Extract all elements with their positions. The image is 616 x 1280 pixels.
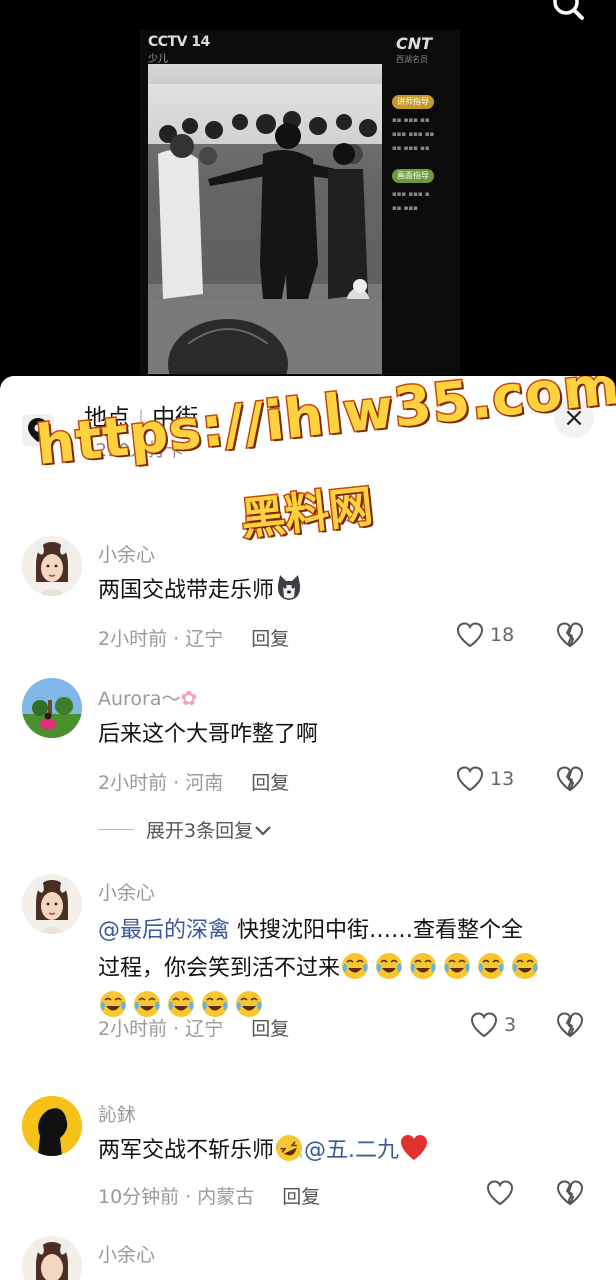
- location-name: 中街: [152, 405, 199, 431]
- heart-icon: [456, 766, 484, 792]
- heart-icon: [456, 622, 484, 648]
- comment-username[interactable]: 小余心: [98, 878, 155, 905]
- divider: |: [138, 407, 145, 428]
- reply-button[interactable]: 回复: [251, 1018, 289, 1040]
- avatar[interactable]: [22, 1096, 82, 1156]
- broken-heart-icon[interactable]: [556, 766, 584, 796]
- location-row[interactable]: 地点 | 中街 5290人打卡 ×: [0, 376, 616, 476]
- divider: [98, 829, 134, 830]
- credit-tag-2: 画面指导: [392, 169, 434, 183]
- avatar[interactable]: [22, 874, 82, 934]
- comment-time-location: 10分钟前 · 内蒙古: [98, 1186, 255, 1208]
- heart-icon: [470, 1012, 498, 1038]
- location-pin-icon: [22, 414, 54, 446]
- channel-logo-left: CCTV 14: [148, 34, 210, 50]
- comment-username[interactable]: 小余心: [98, 540, 155, 567]
- comment-sheet: 地点 | 中街 5290人打卡 × https://ihlw35.com 黑料网 小…: [0, 376, 616, 1280]
- search-icon[interactable]: [548, 0, 588, 26]
- avatar[interactable]: [22, 536, 82, 596]
- like-button[interactable]: 13: [456, 766, 514, 792]
- comment-username[interactable]: 小余心: [98, 1240, 155, 1267]
- comment-time-location: 2小时前 · 辽宁: [98, 628, 224, 650]
- channel-logo-right: CNT: [396, 34, 433, 53]
- reply-button[interactable]: 回复: [251, 772, 289, 794]
- video-frame-image: [148, 64, 382, 374]
- tears-of-joy-emoji-icon: [340, 953, 544, 981]
- comment-meta: 2小时前 · 河南 回复: [98, 768, 289, 795]
- reply-button[interactable]: 回复: [282, 1186, 320, 1208]
- like-count: 3: [504, 1014, 517, 1036]
- location-title: 地点 | 中街: [84, 398, 198, 432]
- broken-heart-icon[interactable]: [556, 1012, 584, 1042]
- comment-text: 后来这个大哥咋整了啊: [98, 722, 319, 747]
- comment-text-line1: 快搜沈阳中街……查看整个全: [230, 918, 524, 943]
- heart-icon: [486, 1180, 514, 1206]
- comment-text: @最后的深禽 快搜沈阳中街……查看整个全 过程，你会笑到活不过来: [98, 912, 588, 1026]
- like-count: 18: [490, 624, 515, 646]
- cherry-blossom-icon: ✿: [180, 686, 198, 710]
- comment-meta: 2小时前 · 辽宁 回复: [98, 1014, 289, 1041]
- comment-text: 两军交战不斩乐师 @五.二九: [98, 1132, 588, 1170]
- comment-meta: 2小时前 · 辽宁 回复: [98, 624, 289, 651]
- video-player[interactable]: CCTV 14 少儿 CNT 西湖名员 讲师指导 ▪▪ ▪▪▪ ▪▪ ▪▪▪ ▪…: [0, 0, 616, 380]
- like-button[interactable]: [486, 1180, 520, 1206]
- comment-username-text: Aurora～: [98, 688, 181, 710]
- avatar[interactable]: [22, 678, 82, 738]
- broken-heart-icon[interactable]: [556, 1180, 584, 1210]
- like-count: 13: [490, 768, 515, 790]
- comment-time-location: 2小时前 · 辽宁: [98, 1018, 224, 1040]
- comment-item: 訫鉥 两军交战不斩乐师 @五.二九 10分钟前 · 内蒙古 回复: [0, 1094, 616, 1224]
- like-button[interactable]: 18: [456, 622, 514, 648]
- location-label: 地点: [84, 405, 130, 431]
- credit-tag-1: 讲师指导: [392, 95, 434, 109]
- expand-replies-label: 展开3条回复: [146, 820, 254, 842]
- chevron-down-icon: [255, 825, 271, 836]
- like-button[interactable]: 3: [470, 1012, 516, 1038]
- comment-text: 两国交战带走乐师: [98, 572, 588, 610]
- checkin-count: 5290人打卡: [84, 440, 184, 461]
- close-icon[interactable]: ×: [554, 398, 594, 438]
- reply-button[interactable]: 回复: [251, 628, 289, 650]
- channel-sub-left: 少儿: [148, 54, 168, 65]
- comment-username[interactable]: Aurora～✿: [98, 684, 197, 711]
- comment-item: Aurora～✿ 后来这个大哥咋整了啊 2小时前 · 河南 回复 13 展开3条回…: [0, 676, 616, 856]
- video-credits: 讲师指导 ▪▪ ▪▪▪ ▪▪ ▪▪▪ ▪▪▪ ▪▪ ▪▪ ▪▪▪ ▪▪ 画面指导 ▪…: [392, 95, 435, 212]
- comment-item: 小余心 两国交战带走乐师 2小时前 · 辽宁 回复 18: [0, 532, 616, 662]
- avatar[interactable]: [22, 1236, 82, 1280]
- rolling-laughing-emoji-icon: [274, 1133, 304, 1163]
- mention-link[interactable]: @五.二九: [304, 1138, 399, 1163]
- broken-heart-icon[interactable]: [556, 622, 584, 652]
- comment-username[interactable]: 訫鉥: [98, 1100, 136, 1127]
- channel-sub-right: 西湖名员: [396, 55, 428, 64]
- mention-link[interactable]: @最后的深禽: [98, 918, 230, 943]
- expand-replies-button[interactable]: 展开3条回复: [98, 816, 273, 843]
- comment-text-body: 两军交战不斩乐师: [98, 1138, 275, 1163]
- comment-text-line2: 过程，你会笑到活不过来: [98, 956, 341, 981]
- red-heart-icon: [399, 1133, 429, 1163]
- comment-item: 小余心: [0, 1234, 616, 1280]
- comment-item: 小余心 @最后的深禽 快搜沈阳中街……查看整个全 过程，你会笑到活不过来 2小时…: [0, 872, 616, 1072]
- husky-emoji-icon: [274, 573, 304, 603]
- comment-meta: 10分钟前 · 内蒙古 回复: [98, 1182, 320, 1209]
- comment-text-body: 两国交战带走乐师: [98, 578, 275, 603]
- comment-time-location: 2小时前 · 河南: [98, 772, 224, 794]
